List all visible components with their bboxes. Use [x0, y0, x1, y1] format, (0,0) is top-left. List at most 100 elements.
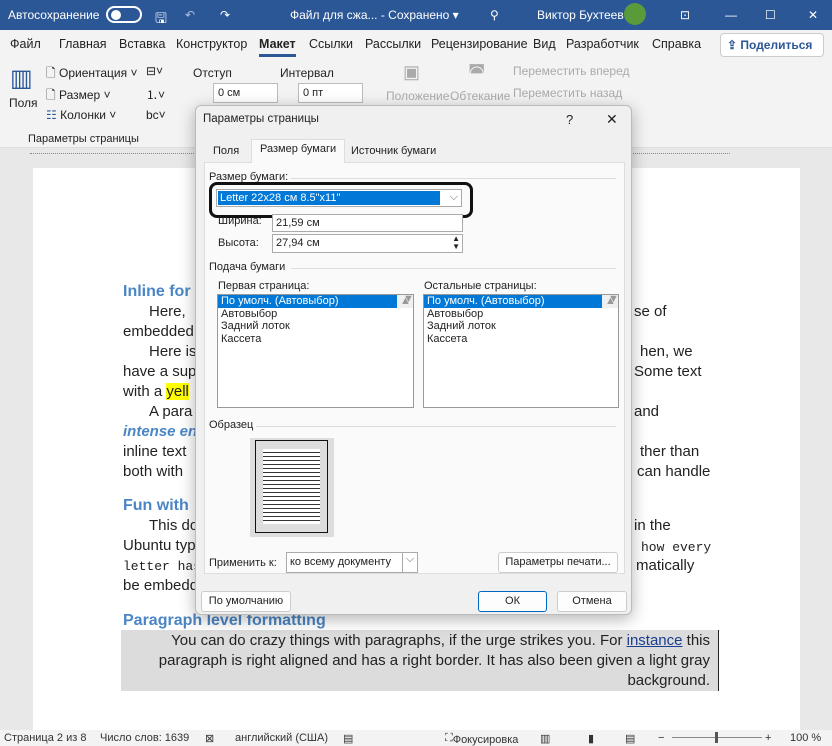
save-icon[interactable]: 🖫: [155, 8, 167, 32]
spacing-input[interactable]: 0 пт: [298, 83, 363, 103]
doc-line: embedded: [123, 323, 194, 340]
tab-layout[interactable]: Макет: [259, 37, 296, 57]
other-pages-tray-list[interactable]: По умолч. (Автовыбор) Автовыбор Задний л…: [423, 293, 619, 408]
minimize-icon[interactable]: —: [725, 8, 737, 22]
print-options-button[interactable]: Параметры печати...: [498, 552, 618, 573]
help-button[interactable]: ?: [566, 112, 573, 127]
chevron-down-icon[interactable]: ⌵: [402, 553, 417, 572]
undo-icon[interactable]: ↶: [185, 8, 195, 22]
avatar[interactable]: [624, 3, 646, 25]
scrollbar[interactable]: ▲ ▼: [397, 293, 414, 308]
height-input[interactable]: 27,94 см ▲ ▼: [272, 234, 463, 253]
list-item[interactable]: По умолч. (Автовыбор): [218, 295, 397, 308]
doc-line: in the: [634, 517, 671, 534]
ribbon-display-icon[interactable]: ⊡: [680, 8, 690, 22]
doc-line: how every: [641, 540, 712, 555]
cancel-button[interactable]: Отмена: [557, 591, 627, 612]
title-bar: Автосохранение 🖫 ↶ ↷ Файл для сжа... - С…: [0, 0, 832, 30]
tab-home[interactable]: Главная: [59, 37, 107, 51]
list-item[interactable]: По умолч. (Автовыбор): [424, 295, 602, 308]
menu-bar: Файл Главная Вставка Конструктор Макет С…: [0, 30, 832, 58]
doc-line: se of: [634, 303, 667, 320]
web-layout-icon[interactable]: ▤: [625, 732, 635, 745]
divider: [256, 426, 616, 427]
document-title[interactable]: Файл для сжа... - Сохранено ▾: [290, 8, 459, 22]
position-icon: ▣: [403, 62, 421, 82]
dialog-close-button[interactable]: ✕: [606, 111, 618, 128]
group-label: Параметры страницы: [28, 133, 139, 145]
line-numbers-icon[interactable]: ⒈˅: [146, 86, 165, 103]
zoom-in-button[interactable]: +: [765, 732, 771, 744]
search-icon[interactable]: ⚲: [490, 8, 499, 22]
tab-margins[interactable]: Поля: [205, 142, 247, 162]
list-item[interactable]: Кассета: [218, 333, 413, 346]
tab-review[interactable]: Рецензирование: [431, 37, 528, 51]
list-item[interactable]: Автовыбор: [424, 308, 618, 321]
doc-line: background.: [627, 672, 710, 689]
share-button[interactable]: ⇪ Поделиться: [720, 33, 824, 57]
read-mode-icon[interactable]: ▥: [540, 732, 550, 745]
spinner-icon[interactable]: ▲ ▼: [452, 235, 460, 251]
tab-references[interactable]: Ссылки: [309, 37, 353, 51]
zoom-slider-thumb[interactable]: [715, 732, 718, 743]
hyphenation-icon[interactable]: bc˅: [146, 108, 166, 122]
link[interactable]: instance: [627, 632, 683, 649]
divider: [291, 268, 616, 269]
list-item[interactable]: Задний лоток: [424, 320, 618, 333]
autosave-toggle[interactable]: [106, 6, 142, 23]
proofing-icon[interactable]: ⊠: [205, 732, 214, 745]
orientation-button[interactable]: 🗋 Ориентация ˅: [46, 64, 137, 85]
wrap-icon: ◚: [468, 62, 486, 82]
doc-line: can handle: [637, 463, 711, 480]
scrollbar[interactable]: ▲ ▼: [602, 293, 619, 308]
zoom-out-button[interactable]: −: [658, 732, 664, 744]
send-backward-button[interactable]: Переместить назад: [513, 86, 622, 100]
doc-line: paragraph is right aligned and has a rig…: [158, 652, 710, 669]
tab-design[interactable]: Конструктор: [176, 37, 247, 51]
columns-button[interactable]: ☷ Колонки ˅: [46, 108, 116, 122]
tab-developer[interactable]: Разработчик: [566, 37, 639, 51]
tab-view[interactable]: Вид: [533, 37, 556, 51]
print-layout-icon[interactable]: ▮: [588, 732, 594, 745]
zoom-level[interactable]: 100 %: [790, 732, 821, 744]
doc-line: hen, we: [640, 343, 693, 360]
apply-to-select[interactable]: ко всему документу ⌵: [286, 552, 418, 573]
maximize-icon[interactable]: ☐: [765, 8, 776, 22]
breaks-icon[interactable]: ⊟˅: [146, 64, 163, 78]
margins-icon: ▥: [10, 65, 33, 92]
first-page-tray-list[interactable]: По умолч. (Автовыбор) Автовыбор Задний л…: [217, 293, 414, 408]
tab-insert[interactable]: Вставка: [119, 37, 165, 51]
focus-button[interactable]: ⛶ Фокусировка: [445, 732, 518, 746]
paper-feed-label: Подача бумаги: [209, 261, 286, 273]
tab-paper-size[interactable]: Размер бумаги: [251, 139, 346, 163]
word-count[interactable]: Число слов: 1639: [100, 732, 189, 744]
wrap-button[interactable]: Обтекание: [450, 89, 510, 103]
width-input[interactable]: 21,59 см: [272, 214, 463, 232]
tab-file[interactable]: Файл: [10, 37, 41, 51]
position-button[interactable]: Положение: [386, 89, 449, 103]
list-item[interactable]: Автовыбор: [218, 308, 413, 321]
page-count[interactable]: Страница 2 из 8: [4, 732, 86, 744]
tab-mailings[interactable]: Рассылки: [365, 37, 421, 51]
tab-paper-source[interactable]: Источник бумаги: [343, 142, 444, 162]
list-item[interactable]: Кассета: [424, 333, 618, 346]
list-item[interactable]: Задний лоток: [218, 320, 413, 333]
doc-line: This do: [149, 517, 199, 534]
language[interactable]: английский (США): [235, 732, 328, 744]
bring-forward-button[interactable]: Переместить вперед: [513, 64, 629, 78]
size-label: Размер: [58, 88, 101, 102]
close-icon[interactable]: ✕: [808, 8, 818, 22]
columns-icon: ☷: [46, 108, 57, 122]
indent-input[interactable]: 0 см: [213, 83, 278, 103]
redo-icon[interactable]: ↷: [220, 8, 230, 22]
tab-help[interactable]: Справка: [652, 37, 701, 51]
accessibility-icon[interactable]: ▤: [343, 732, 353, 745]
ok-button[interactable]: ОК: [478, 591, 547, 612]
spacing-label: Интервал: [280, 66, 334, 80]
margins-button[interactable]: Поля: [9, 96, 38, 110]
size-button[interactable]: 🗋 Размер ˅: [46, 86, 111, 107]
paper-size-select[interactable]: Letter 22x28 см 8.5"x11" ⌵: [216, 189, 462, 207]
user-name[interactable]: Виктор Бухтеев: [537, 8, 624, 22]
doc-line: ther than: [640, 443, 700, 460]
set-default-button[interactable]: По умолчанию: [201, 591, 291, 612]
